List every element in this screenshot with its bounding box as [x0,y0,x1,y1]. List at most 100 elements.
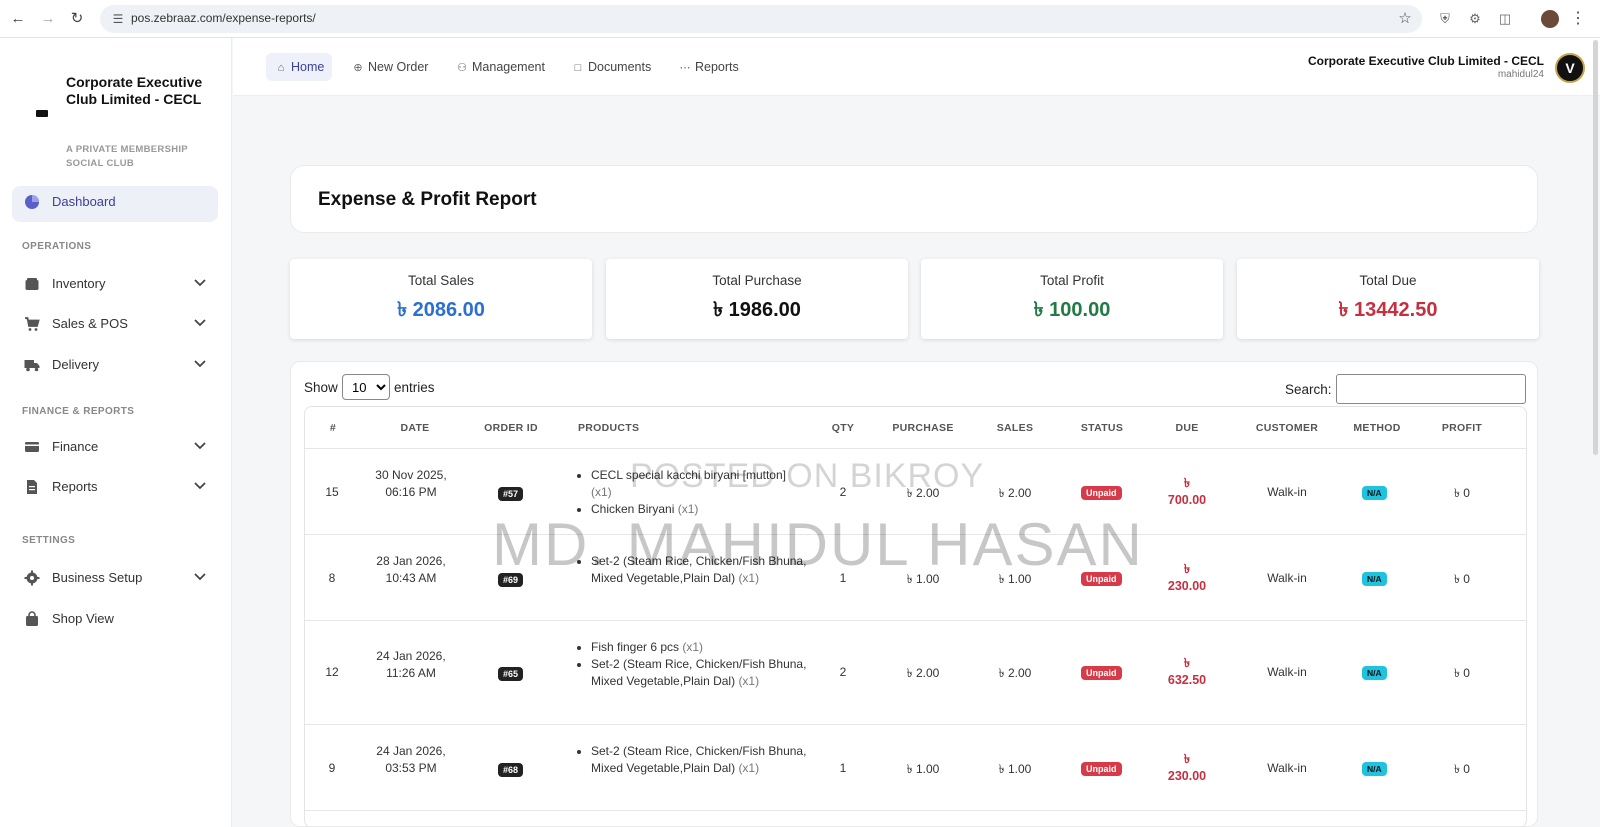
header-club-name: Corporate Executive Club Limited - CECL [1307,54,1544,68]
sidebar-item-label: Delivery [52,357,99,372]
col-header-num[interactable]: # [325,422,341,434]
sidebar: Corporate Executive Club Limited - CECL … [0,38,232,827]
col-header-profit[interactable]: PROFIT [1441,422,1483,434]
chevron-down-icon[interactable] [192,355,208,371]
order-id-badge[interactable]: #57 [498,487,524,501]
chevron-down-icon[interactable] [192,437,208,453]
product-qty: (x1) [591,485,612,499]
col-header-customer[interactable]: CUSTOMER [1255,422,1319,434]
order-id-badge[interactable]: #68 [498,763,524,777]
col-header-purchase[interactable]: PURCHASE [891,422,955,434]
sidebar-item-inventory[interactable]: Inventory [24,272,214,296]
sidebar-item-reports[interactable]: Reports [24,475,214,499]
sidebar-item-finance[interactable]: Finance [24,435,214,459]
row-customer: Walk-in [1267,665,1307,679]
sidebar-item-business-setup[interactable]: Business Setup [24,566,214,590]
order-id-badge[interactable]: #65 [498,667,524,681]
nav-home[interactable]: ⌂ Home [266,53,333,81]
table-row[interactable]: 12 24 Jan 2026, 11:26 AM #65 Fish finger… [305,620,1526,724]
col-header-due[interactable]: DUE [1172,422,1202,434]
nav-management-label: Management [472,60,545,74]
nav-reports[interactable]: ⋯ Reports [670,53,747,81]
back-arrow-icon[interactable]: ← [8,9,28,29]
stat-value: ৳ 2086.00 [397,299,485,321]
reload-icon[interactable]: ↻ [67,9,87,29]
club-logo-avatar[interactable]: V [1555,53,1585,83]
brand-tagline: A PRIVATE MEMBERSHIP SOCIAL CLUB [66,144,188,169]
col-header-products[interactable]: PRODUCTS [578,422,639,434]
due-amount: 230.00 [1167,769,1207,783]
sidebar-item-dashboard-content[interactable]: Dashboard [24,190,214,214]
nav-management[interactable]: ⚇ Management [447,53,553,81]
sidebar-item-delivery[interactable]: Delivery [24,353,214,377]
product-item: Set-2 (Steam Rice, Chicken/Fish Bhuna, M… [591,743,808,777]
brand-name: Corporate Executive Club Limited - CECL [66,74,203,107]
browser-menu-icon[interactable]: ⋮ [1570,9,1586,29]
sidebar-item-shop-view[interactable]: Shop View [24,607,214,631]
search-label: Search: [1285,382,1332,397]
row-sales: ৳ 1.00 [998,762,1032,776]
pie-chart-icon [25,195,39,209]
address-bar-url: pos.zebraaz.com/expense-reports/ [131,11,316,25]
col-header-method[interactable]: METHOD [1352,422,1402,434]
row-num: 9 [328,761,336,775]
search-input[interactable] [1336,374,1526,404]
table-row[interactable]: 9 24 Jan 2026, 03:53 PM #68 Set-2 (Steam… [305,724,1526,810]
shield-extension-icon[interactable]: ⛨ [1436,10,1454,28]
col-header-status[interactable]: STATUS [1077,422,1127,434]
col-header-date[interactable]: DATE [385,422,445,434]
chevron-down-icon[interactable] [192,568,208,584]
puzzle-extensions-icon[interactable]: ◫ [1496,10,1514,28]
sidebar-section-settings: SETTINGS [22,535,76,546]
product-item: Set-2 (Steam Rice, Chicken/Fish Bhuna, M… [591,656,808,690]
address-bar[interactable]: ☰ pos.zebraaz.com/expense-reports/ ☆ [100,5,1422,33]
product-qty: (x1) [682,640,704,654]
sidebar-item-sales-pos[interactable]: Sales & POS [24,312,214,336]
wallet-icon [25,442,39,452]
entries-select[interactable]: 10 [342,374,390,400]
chevron-down-icon[interactable] [192,477,208,493]
sidebar-item-label: Finance [52,439,99,454]
watermark-posted-on: POSTED ON BIKROY [630,457,985,495]
sidebar-item-label: Dashboard [52,194,116,209]
table-row[interactable] [305,810,1526,827]
report-header-card: Expense & Profit Report [290,165,1538,233]
method-badge: N/A [1362,572,1387,586]
chevron-down-icon[interactable] [192,274,208,290]
row-purchase: ৳ 2.00 [906,666,940,680]
currency-symbol: ৳ [1183,562,1191,576]
truck-icon [24,360,40,372]
row-sales: ৳ 2.00 [998,486,1032,500]
col-header-sales[interactable]: SALES [993,422,1037,434]
status-badge: Unpaid [1081,666,1122,680]
site-settings-icon[interactable]: ☰ [108,9,128,29]
stat-card-total-due: Total Due ৳ 13442.50 [1237,259,1539,339]
row-profit: ৳ 0 [1454,572,1470,586]
nav-new-order-label: New Order [368,60,429,74]
show-label: Show [304,380,338,395]
row-num: 8 [328,571,336,585]
extension-icon[interactable]: ⚙ [1466,10,1484,28]
nav-documents[interactable]: □ Documents [563,53,659,81]
browser-profile-avatar[interactable] [1541,10,1559,28]
currency-symbol: ৳ [1183,656,1191,670]
due-amount: 230.00 [1167,579,1207,593]
row-date: 28 Jan 2026, 10:43 AM [376,554,446,585]
stat-label: Total Purchase [712,273,802,288]
sidebar-item-label: Inventory [52,276,106,291]
col-header-qty[interactable]: QTY [828,422,858,434]
row-date: 24 Jan 2026, 03:53 PM [376,744,446,775]
brand-block[interactable]: Corporate Executive Club Limited - CECL … [20,56,220,169]
stat-label: Total Due [1359,273,1417,288]
nav-reports-label: Reports [695,60,739,74]
header-username: mahidul24 [1497,69,1544,80]
nav-new-order[interactable]: ⊕ New Order [343,53,436,81]
stat-value: ৳ 13442.50 [1338,299,1438,321]
col-header-order-id[interactable]: ORDER ID [479,422,543,434]
method-badge: N/A [1362,486,1387,500]
chevron-down-icon[interactable] [192,314,208,330]
page-scrollbar[interactable] [1593,40,1598,455]
forward-arrow-icon[interactable]: → [38,9,58,29]
status-badge: Unpaid [1081,486,1122,500]
bookmark-star-icon[interactable]: ☆ [1394,8,1416,30]
